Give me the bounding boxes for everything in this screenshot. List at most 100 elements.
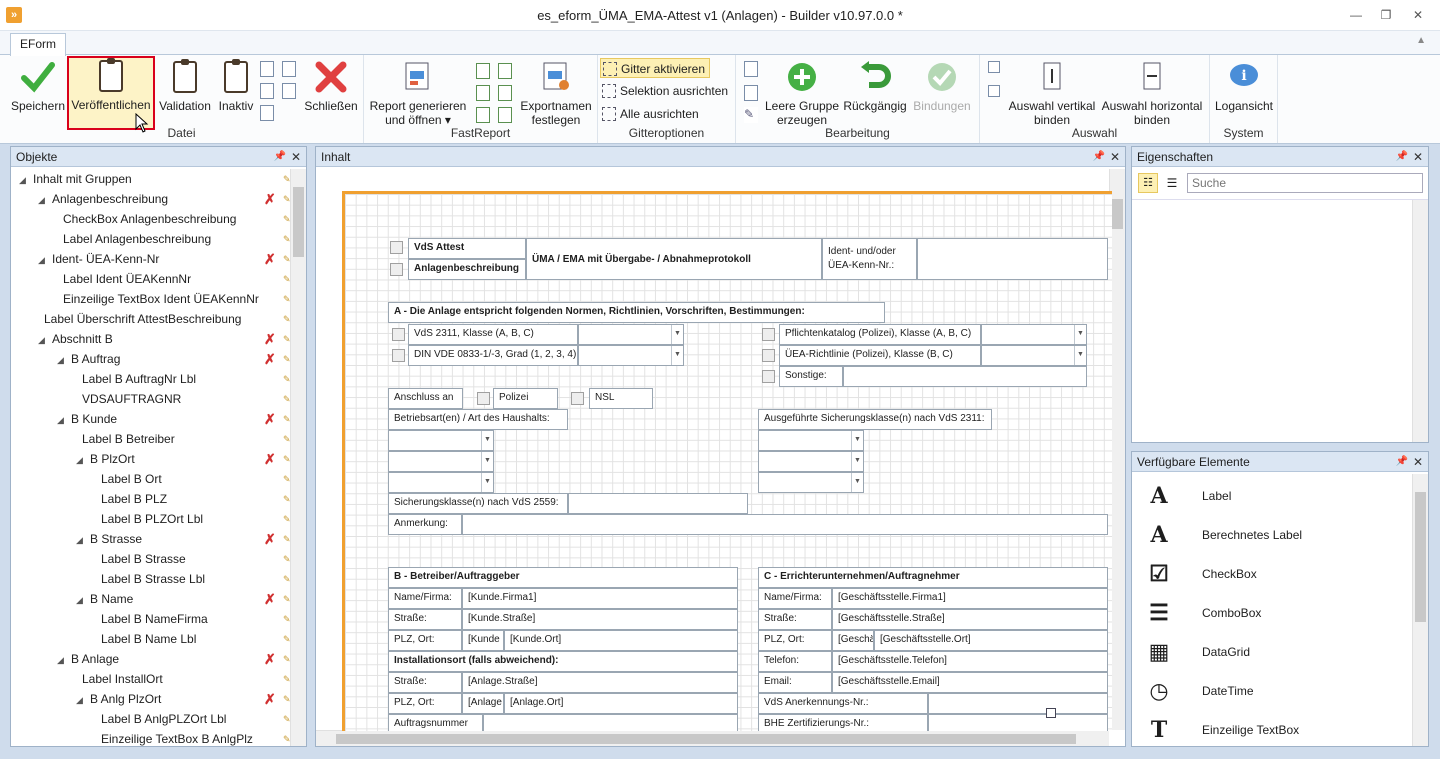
nsl-checkbox[interactable] [571,392,584,405]
resize-handle[interactable] [1046,708,1056,718]
tree-item[interactable]: Label InstallOrt [76,669,163,689]
gitter-aktivieren-button[interactable]: Gitter aktivieren [600,58,710,78]
expand-arrow-icon[interactable]: ◢ [57,650,71,670]
edit-pencil-icon[interactable]: ✎ [283,229,290,249]
tree-item[interactable]: Label Überschrift AttestBeschreibung [38,309,241,329]
panel-close-icon[interactable]: ✕ [1413,452,1423,472]
fastreport-small-icon-6[interactable] [498,107,512,123]
maximize-button[interactable]: ❐ [1376,6,1396,24]
edit-pencil-icon[interactable]: ✎ [283,709,290,729]
expand-arrow-icon[interactable]: ◢ [57,350,71,370]
inaktiv-button[interactable]: Inaktiv [214,59,258,113]
tree-item[interactable]: Label Ident ÜEAKennNr [57,269,191,289]
import-small-icon[interactable] [282,61,296,77]
pin-icon[interactable]: 📌 [274,147,286,167]
anmerkung-textbox[interactable] [462,514,1108,535]
tree-item[interactable]: ◢ Anlagenbeschreibung [38,189,168,209]
pflichtenkatalog-combobox[interactable]: ▼ [981,324,1087,345]
sicherungsklasse-combobox-3[interactable]: ▼ [758,472,864,493]
logansicht-button[interactable]: i Logansicht [1212,59,1276,113]
tree-item[interactable]: Label B AnlgPLZOrt Lbl [95,709,226,729]
export-small-icon-3[interactable] [260,105,274,121]
edit-pencil-icon[interactable]: ✎ [283,389,290,409]
ribbon-collapse-icon[interactable]: ▲ [1416,35,1426,46]
avail-item[interactable]: ▦ DataGrid [1142,634,1402,670]
list-view-icon[interactable]: ☰ [1162,173,1182,193]
expand-arrow-icon[interactable]: ◢ [76,450,90,470]
format-brush-icon[interactable]: ✎ [744,107,758,123]
tree-item[interactable]: ◢ Abschnitt B [38,329,113,349]
sonstige-textbox[interactable] [843,366,1087,387]
edit-pencil-icon[interactable]: ✎ [283,509,290,529]
delete-icon[interactable]: ✗ [264,249,276,269]
inhalt-hscrollbar[interactable] [316,730,1109,746]
edit-pencil-icon[interactable]: ✎ [283,209,290,229]
categorized-view-icon[interactable]: ☷ [1138,173,1158,193]
scroll-thumb[interactable] [1415,492,1426,622]
rueckgaengig-button[interactable]: Rückgängig [842,59,908,113]
select-small-icon-1[interactable] [988,61,1000,73]
pin-icon[interactable]: 📌 [1396,147,1408,167]
expand-arrow-icon[interactable]: ◢ [76,690,90,710]
fastreport-small-icon-4[interactable] [498,85,512,101]
edit-pencil-icon[interactable]: ✎ [283,369,290,389]
tree-item[interactable]: ◢ B Kunde [57,409,117,429]
fastreport-small-icon-2[interactable] [498,63,512,79]
betriebsart-combobox-1[interactable]: ▼ [388,430,494,451]
uea-richtlinie-combobox[interactable]: ▼ [981,345,1087,366]
edit-pencil-icon[interactable]: ✎ [283,469,290,489]
pin-icon[interactable]: 📌 [1396,452,1408,472]
edit-pencil-icon[interactable]: ✎ [283,729,290,746]
ident-textbox[interactable] [917,238,1108,280]
report-generieren-button[interactable]: Report generieren und öffnen ▾ [368,59,468,127]
betriebsart-combobox-2[interactable]: ▼ [388,451,494,472]
schliessen-button[interactable]: Schließen [302,59,360,113]
uea-richtlinie-checkbox[interactable] [762,349,775,362]
export-small-icon[interactable] [260,61,274,77]
tree-item[interactable]: ◢ B Strasse [76,529,142,549]
panel-close-icon[interactable]: ✕ [291,147,301,167]
expand-arrow-icon[interactable]: ◢ [19,170,33,190]
edit-pencil-icon[interactable]: ✎ [283,689,290,709]
edit-pencil-icon[interactable]: ✎ [283,449,290,469]
delete-icon[interactable]: ✗ [264,689,276,709]
pflichtenkatalog-checkbox[interactable] [762,328,775,341]
tree-item[interactable]: Label B NameFirma [95,609,208,629]
scroll-thumb[interactable] [1112,199,1123,229]
tree-item[interactable]: Label Anlagenbeschreibung [57,229,211,249]
vds2311-checkbox[interactable] [392,328,405,341]
expand-arrow-icon[interactable]: ◢ [38,190,52,210]
expand-arrow-icon[interactable]: ◢ [38,250,52,270]
edit-pencil-icon[interactable]: ✎ [283,649,290,669]
tree-item[interactable]: Einzeilige TextBox Ident ÜEAKennNr [57,289,259,309]
edit-pencil-icon[interactable]: ✎ [283,409,290,429]
panel-close-icon[interactable]: ✕ [1110,147,1120,167]
expand-arrow-icon[interactable]: ◢ [38,330,52,350]
edit-pencil-icon[interactable]: ✎ [283,249,290,269]
speichern-button[interactable]: Speichern [8,59,68,113]
tree-item[interactable]: Label B Strasse [95,549,186,569]
edit-pencil-icon[interactable]: ✎ [283,669,290,689]
tree-item[interactable]: ◢ B Auftrag [57,349,120,369]
sonstige-checkbox[interactable] [762,370,775,383]
close-button[interactable]: ✕ [1408,6,1428,24]
delete-icon[interactable]: ✗ [264,529,276,549]
expand-arrow-icon[interactable]: ◢ [76,530,90,550]
edit-pencil-icon[interactable]: ✎ [283,269,290,289]
auswahl-vertikal-button[interactable]: Auswahl vertikal binden [1004,59,1100,127]
edit-pencil-icon[interactable]: ✎ [283,189,290,209]
avail-item[interactable]: ◷ DateTime [1142,673,1402,709]
tree-item[interactable]: Einzeilige TextBox B AnlgPlz [95,729,253,746]
din-vde-checkbox[interactable] [392,349,405,362]
delete-icon[interactable]: ✗ [264,349,276,369]
vds-attest-checkbox[interactable] [390,241,403,254]
leere-gruppe-button[interactable]: Leere Gruppe erzeugen [764,59,840,127]
validation-button[interactable]: Validation [156,59,214,113]
delete-icon[interactable]: ✗ [264,649,276,669]
edit-pencil-icon[interactable]: ✎ [283,629,290,649]
tree-item[interactable]: Label B PLZ [95,489,167,509]
tree-item[interactable]: Label B Ort [95,469,162,489]
minimize-button[interactable]: — [1346,6,1366,24]
tree-item[interactable]: Label B AuftragNr Lbl [76,369,196,389]
tree-item[interactable]: Label B Betreiber [76,429,175,449]
